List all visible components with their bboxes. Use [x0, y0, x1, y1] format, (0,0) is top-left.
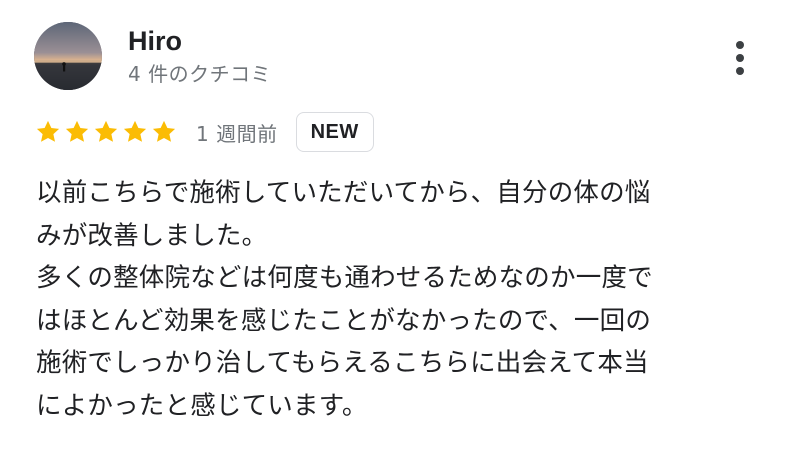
review-count[interactable]: 4 件のクチコミ — [128, 60, 271, 88]
author-name[interactable]: Hiro — [128, 26, 182, 56]
more-vert-icon-dot — [736, 54, 744, 62]
star-icon — [123, 120, 147, 142]
avatar[interactable] — [34, 22, 102, 90]
more-vert-icon-dot — [736, 67, 744, 75]
review-text: 以前こちらで施術していただいてから、自分の体の悩 みが改善しました。 多くの整体… — [36, 178, 653, 421]
review-time: 1 週間前 — [196, 121, 278, 146]
star-icon — [36, 120, 60, 142]
more-vert-icon — [736, 41, 744, 49]
avatar-photo — [34, 22, 102, 90]
more-options-button[interactable] — [720, 36, 760, 80]
star-rating — [34, 118, 178, 146]
new-badge: NEW — [295, 112, 374, 152]
star-icon — [65, 120, 89, 142]
star-icon — [152, 120, 176, 142]
star-icon — [94, 120, 118, 142]
rating-row: 1 週間前 NEW — [34, 110, 374, 154]
review-card: Hiro 4 件のクチコミ 1 週間前 NEW 以前こちらで施術していただいてか… — [0, 0, 800, 450]
